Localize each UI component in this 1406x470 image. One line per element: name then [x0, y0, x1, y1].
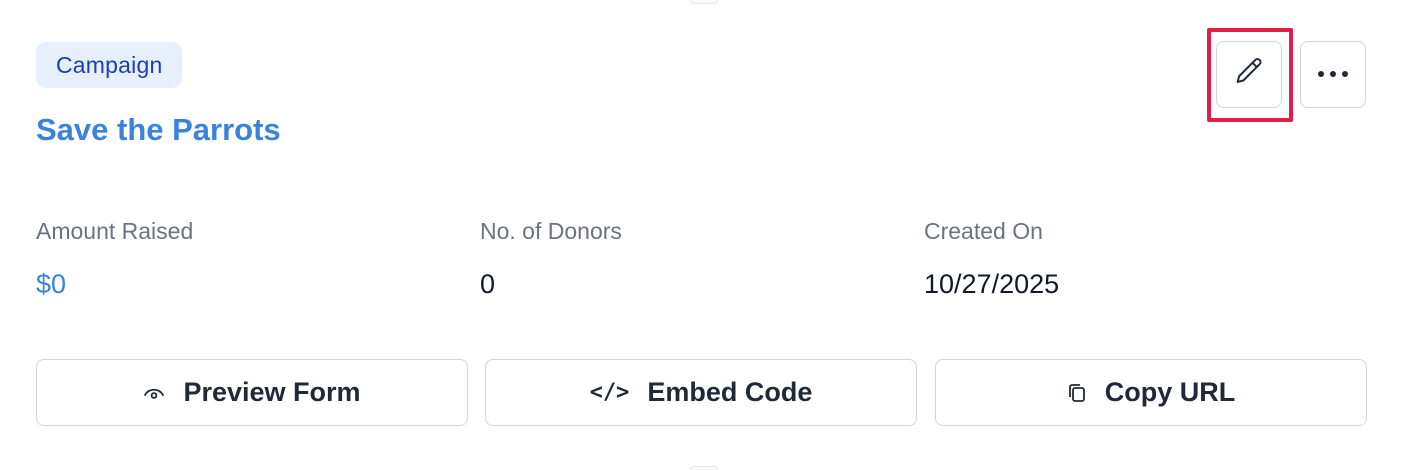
stat-label: Created On — [924, 218, 1043, 244]
ellipsis-icon — [1316, 66, 1350, 84]
stat-value: 10/27/2025 — [924, 269, 1060, 299]
copy-icon — [1067, 382, 1087, 404]
stat-value: 0 — [480, 269, 496, 299]
stat-created-on: Created On 10/27/2025 — [924, 214, 1059, 302]
resize-handle-bottom — [690, 466, 718, 470]
stat-label: No. of Donors — [480, 218, 622, 244]
copy-url-label: Copy URL — [1104, 377, 1236, 407]
code-icon: </> — [589, 380, 630, 405]
stat-donors: No. of Donors 0 — [480, 214, 622, 302]
campaign-title[interactable]: Save the Parrots — [36, 110, 281, 150]
eye-icon — [143, 385, 165, 401]
copy-url-button[interactable]: Copy URL — [935, 359, 1367, 426]
stat-label: Amount Raised — [36, 218, 194, 244]
preview-form-button[interactable]: Preview Form — [36, 359, 468, 426]
campaign-card: Campaign Save the Parrots Amount Raised … — [0, 0, 1406, 470]
stat-value: $0 — [36, 269, 67, 299]
pencil-icon — [1232, 55, 1266, 94]
stat-amount-raised: Amount Raised $0 — [36, 214, 193, 302]
more-options-button[interactable] — [1300, 41, 1366, 108]
edit-button[interactable] — [1216, 41, 1282, 108]
embed-code-button[interactable]: </> Embed Code — [485, 359, 917, 426]
preview-form-label: Preview Form — [183, 377, 361, 407]
resize-handle-top — [690, 0, 718, 4]
embed-code-label: Embed Code — [647, 377, 813, 407]
campaign-type-badge: Campaign — [36, 42, 183, 88]
